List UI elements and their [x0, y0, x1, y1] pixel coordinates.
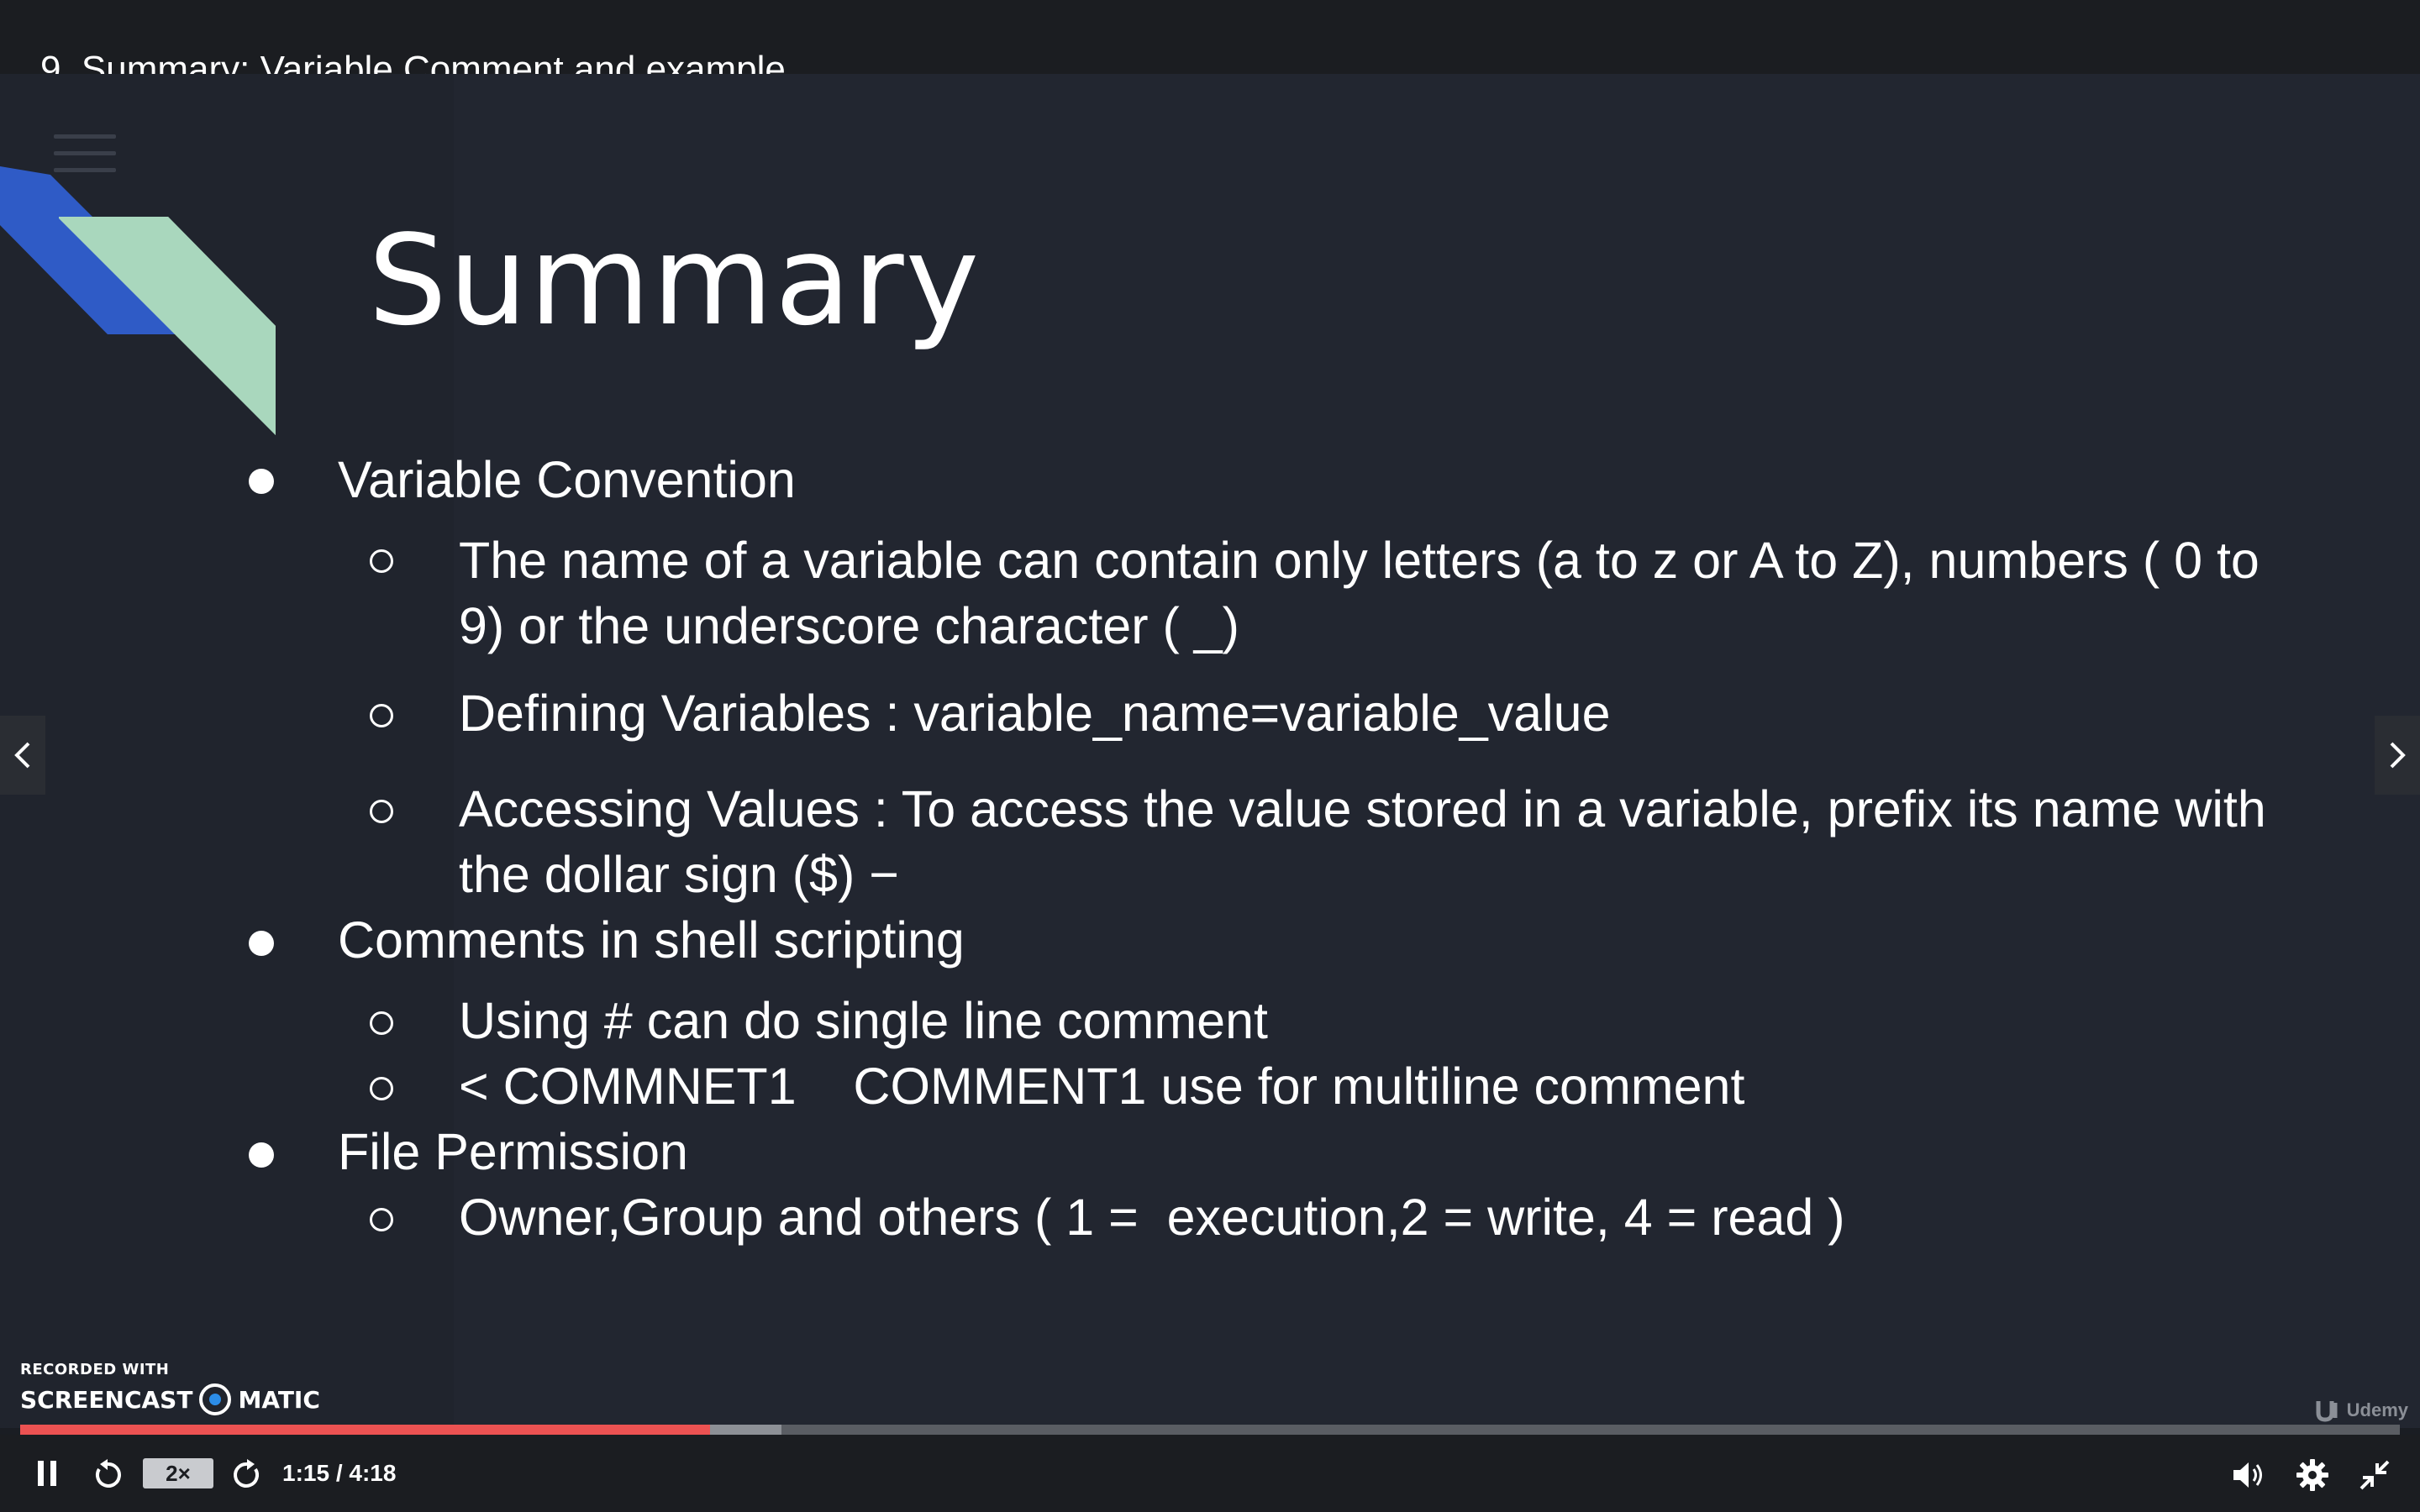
- section-item: < COMMNET1 COMMENT1 use for multiline co…: [459, 1058, 1745, 1115]
- player-controls: 2× 1:15 / 4:18: [0, 1435, 2420, 1512]
- section-item: Using # can do single line comment: [459, 992, 1268, 1049]
- sub-bullet-circle: [370, 1011, 393, 1035]
- udemy-watermark: Udemy: [2313, 1398, 2408, 1423]
- section-title: Comments in shell scripting: [338, 911, 965, 969]
- bullet-dot: [249, 1142, 274, 1168]
- rewind-button[interactable]: [89, 1457, 126, 1494]
- seek-bar[interactable]: [20, 1425, 2400, 1435]
- slide-bullet-list: Variable Convention The name of a variab…: [0, 74, 2420, 1428]
- section-title: Variable Convention: [338, 451, 796, 508]
- section-item: Accessing Values : To access the value s…: [459, 780, 2266, 903]
- previous-lecture-button[interactable]: [0, 716, 45, 795]
- recorder-label: RECORDED WITH: [20, 1361, 170, 1378]
- bullet-dot: [249, 931, 274, 956]
- bullet-dot: [249, 469, 274, 494]
- sub-bullet-circle: [370, 1208, 393, 1231]
- playback-speed-button[interactable]: 2×: [143, 1458, 213, 1488]
- section-item: Defining Variables : variable_name=varia…: [459, 685, 1611, 742]
- pause-icon: [38, 1461, 56, 1486]
- recorder-brand-left: SCREENCAST: [20, 1385, 193, 1414]
- exit-fullscreen-button[interactable]: [2356, 1457, 2393, 1494]
- settings-button[interactable]: [2294, 1457, 2331, 1494]
- recorder-brand-right: MATIC: [238, 1385, 320, 1414]
- section-item: Owner,Group and others ( 1 = execution,2…: [459, 1189, 1845, 1246]
- gear-icon: [2296, 1459, 2328, 1491]
- forward-button[interactable]: [229, 1457, 266, 1494]
- section-item: The name of a variable can contain only …: [459, 532, 2260, 654]
- section-title: File Permission: [338, 1123, 688, 1180]
- forward-icon: [234, 1459, 259, 1488]
- recorder-logo-icon: [199, 1383, 232, 1415]
- sub-bullet-circle: [370, 1077, 393, 1100]
- exit-fullscreen-icon: [2360, 1460, 2390, 1490]
- rewind-icon: [96, 1459, 121, 1488]
- volume-button[interactable]: [2230, 1457, 2267, 1494]
- sub-bullet-circle: [370, 549, 393, 573]
- pause-button[interactable]: [30, 1457, 64, 1490]
- udemy-logo-icon: [2316, 1401, 2338, 1422]
- video-frame[interactable]: Summary Variable Convention The name of …: [0, 74, 2420, 1428]
- time-display: 1:15 / 4:18: [282, 1460, 397, 1486]
- chevron-right-icon: [2390, 742, 2406, 769]
- video-title-bar: 9. Summary: Variable,Comment and example: [0, 0, 2420, 90]
- udemy-label: Udemy: [2346, 1399, 2408, 1420]
- recorder-watermark: RECORDED WITH SCREENCAST MATIC: [20, 1361, 320, 1415]
- volume-icon: [2233, 1462, 2262, 1488]
- chevron-left-icon: [14, 742, 30, 769]
- next-lecture-button[interactable]: [2375, 716, 2420, 795]
- seek-bar-played: [20, 1425, 711, 1435]
- sub-bullet-circle: [370, 800, 393, 823]
- sub-bullet-circle: [370, 704, 393, 727]
